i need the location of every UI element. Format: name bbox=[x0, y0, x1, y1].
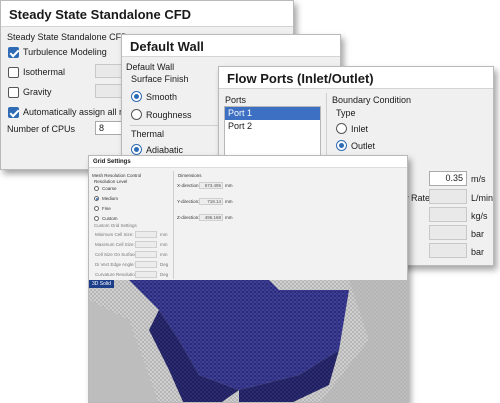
view-tab[interactable]: 3D Solid bbox=[89, 280, 114, 288]
port-item[interactable]: Port 2 bbox=[225, 120, 320, 133]
mesh-resolution-header: Mesh Resolution Control bbox=[92, 173, 142, 178]
fine-radio[interactable] bbox=[94, 206, 99, 211]
cpus-input[interactable]: 8 bbox=[95, 121, 123, 135]
mass-rate-unit: kg/s bbox=[471, 211, 488, 221]
pressure-unit: bar bbox=[471, 229, 485, 239]
inlet-radio[interactable] bbox=[336, 123, 347, 134]
mass-rate-field bbox=[429, 207, 467, 222]
fine-label: Fine bbox=[102, 206, 111, 211]
turbulence-label: Turbulence Modeling bbox=[23, 47, 107, 57]
velocity-unit: m/s bbox=[471, 174, 486, 184]
default-wall-section-label: Default Wall bbox=[126, 62, 175, 72]
steady-state-section-label: Steady State Standalone CFD bbox=[7, 32, 128, 42]
inlet-label: Inlet bbox=[351, 124, 369, 134]
flow-rate-field bbox=[429, 189, 467, 204]
wall-divider bbox=[130, 125, 220, 126]
resolution-level-label: Resolution Level bbox=[94, 179, 128, 184]
steady-state-title: Steady State Standalone CFD bbox=[1, 1, 293, 27]
port-item[interactable]: Port 1 bbox=[225, 107, 320, 120]
dimension-unit: mm bbox=[225, 199, 233, 204]
grid-settings-title: Grid Settings bbox=[89, 156, 407, 168]
dimension-label: Z-direction: bbox=[177, 215, 200, 220]
type-label: Type bbox=[336, 108, 356, 118]
smooth-radio[interactable] bbox=[131, 91, 142, 102]
adiabatic-radio[interactable] bbox=[131, 144, 142, 155]
dimension-field: 496.168 bbox=[199, 214, 223, 221]
auto-assign-checkbox[interactable] bbox=[8, 107, 19, 118]
custom-row-field bbox=[135, 271, 157, 278]
coarse-label: Coarse bbox=[102, 186, 117, 191]
default-wall-title: Default Wall bbox=[122, 35, 340, 57]
thermal-label: Thermal bbox=[131, 129, 165, 139]
custom-row-label: Curvature Resolution: bbox=[95, 272, 139, 277]
mesh-viewport[interactable]: 3D Solid bbox=[89, 280, 407, 402]
medium-radio[interactable] bbox=[94, 196, 99, 201]
gravity-checkbox[interactable] bbox=[8, 87, 19, 98]
velocity-input[interactable]: 0.35 bbox=[429, 171, 467, 186]
boundary-condition-header: Boundary Condition bbox=[332, 95, 412, 105]
surface-finish-label: Surface Finish bbox=[131, 74, 189, 84]
custom-row-field bbox=[135, 261, 157, 268]
isothermal-field bbox=[95, 64, 123, 78]
dimension-label: X-direction: bbox=[177, 183, 200, 188]
outlet-label: Outlet bbox=[351, 141, 376, 151]
outlet-radio[interactable] bbox=[336, 140, 347, 151]
pressure-field bbox=[429, 225, 467, 240]
custom-row-field bbox=[135, 241, 157, 248]
smooth-label: Smooth bbox=[146, 92, 178, 102]
dimensions-header: Dimensions bbox=[178, 173, 202, 178]
roughness-label: Roughness bbox=[146, 110, 192, 120]
custom-row-label: Cell Size On Surface: bbox=[95, 252, 139, 257]
custom-row-field bbox=[135, 231, 157, 238]
dimension-unit: mm bbox=[225, 215, 233, 220]
custom-row-unit: Deg bbox=[160, 272, 169, 277]
custom-radio[interactable] bbox=[94, 216, 99, 221]
custom-row-unit: Deg bbox=[160, 262, 169, 267]
dimension-field: 673.495 bbox=[199, 182, 223, 189]
cpus-label: Number of CPUs bbox=[7, 124, 76, 134]
adiabatic-label: Adiabatic bbox=[146, 145, 184, 155]
dimension-unit: mm bbox=[225, 183, 233, 188]
dimension-label: Y-direction: bbox=[177, 199, 200, 204]
custom-row-label: Di Vect Edge Angle: bbox=[95, 262, 135, 267]
roughness-radio[interactable] bbox=[131, 109, 142, 120]
custom-row-label: Maximum Cell Size: bbox=[95, 242, 135, 247]
isothermal-checkbox[interactable] bbox=[8, 67, 19, 78]
custom-row-unit: mm bbox=[160, 242, 168, 247]
isothermal-label: Isothermal bbox=[23, 67, 66, 77]
gravity-label: Gravity bbox=[23, 87, 52, 97]
flow-rate-unit: L/min bbox=[471, 193, 494, 203]
pressure2-field bbox=[429, 243, 467, 258]
medium-label: Medium bbox=[102, 196, 119, 201]
ports-header: Ports bbox=[225, 95, 247, 105]
turbulence-checkbox[interactable] bbox=[8, 47, 19, 58]
custom-grid-header: Custom Grid Settings bbox=[94, 223, 137, 228]
custom-row-field bbox=[135, 251, 157, 258]
grid-separator bbox=[173, 171, 174, 279]
custom-row-unit: mm bbox=[160, 252, 168, 257]
grid-settings-panel: Grid Settings Mesh Resolution Control Re… bbox=[88, 155, 408, 403]
coarse-radio[interactable] bbox=[94, 186, 99, 191]
custom-row-label: Minimum Cell Size: bbox=[95, 232, 134, 237]
custom-label: Custom bbox=[102, 216, 118, 221]
gravity-field bbox=[95, 84, 123, 98]
dimension-field: 718.14 bbox=[199, 198, 223, 205]
mesh-canvas bbox=[89, 280, 407, 402]
custom-row-unit: mm bbox=[160, 232, 168, 237]
pressure2-unit: bar bbox=[471, 247, 485, 257]
flow-ports-title: Flow Ports (Inlet/Outlet) bbox=[219, 67, 493, 89]
